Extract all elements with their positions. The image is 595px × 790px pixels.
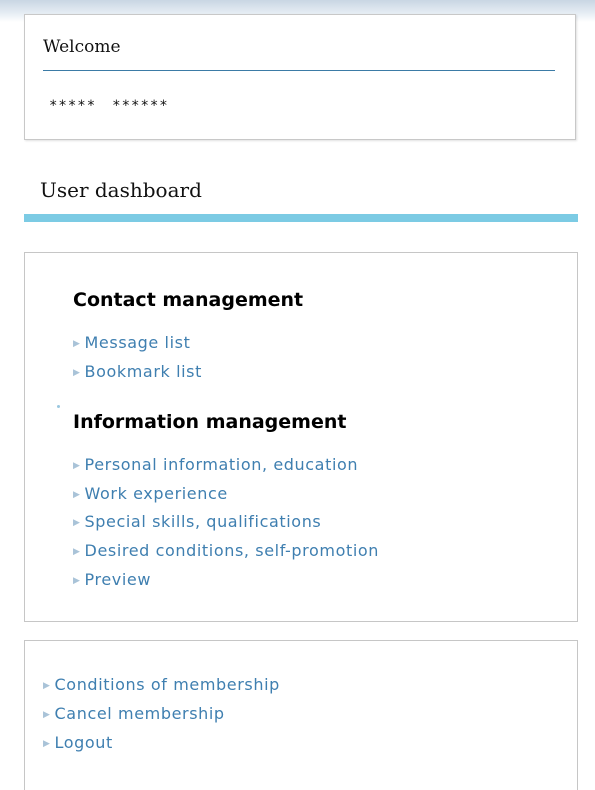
triangle-bullet-icon: ▶ <box>43 739 51 749</box>
link-label: Personal information, education <box>84 455 359 474</box>
conditions-of-membership-link[interactable]: ▶ Conditions of membership <box>43 675 280 694</box>
personal-information-link[interactable]: ▶ Personal information, education <box>73 455 358 474</box>
message-list-link[interactable]: ▶ Message list <box>73 333 190 352</box>
triangle-bullet-icon: ▶ <box>43 681 51 691</box>
triangle-bullet-icon: ▶ <box>73 368 81 378</box>
triangle-bullet-icon: ▶ <box>73 461 81 471</box>
user-first-name: ***** <box>49 98 97 114</box>
triangle-bullet-icon: ▶ <box>73 490 81 500</box>
welcome-title: Welcome <box>43 37 121 57</box>
work-experience-link[interactable]: ▶ Work experience <box>73 484 228 503</box>
link-label: Cancel membership <box>54 704 225 723</box>
link-label: Logout <box>54 733 113 752</box>
dashboard-title: User dashboard <box>40 178 202 202</box>
user-name: ***** ****** <box>49 98 169 114</box>
link-label: Bookmark list <box>84 362 202 381</box>
logout-link[interactable]: ▶ Logout <box>43 733 113 752</box>
link-label: Conditions of membership <box>54 675 280 694</box>
link-label: Special skills, qualifications <box>84 512 322 531</box>
decorative-dot <box>57 405 60 408</box>
information-management-heading: Information management <box>73 411 347 433</box>
link-label: Desired conditions, self-promotion <box>84 541 380 560</box>
desired-conditions-link[interactable]: ▶ Desired conditions, self-promotion <box>73 541 379 560</box>
user-last-name: ****** <box>112 98 169 114</box>
triangle-bullet-icon: ▶ <box>73 339 81 349</box>
contact-management-heading: Contact management <box>73 289 304 311</box>
dashboard-accent-bar <box>24 214 578 222</box>
link-label: Message list <box>84 333 191 352</box>
bookmark-list-link[interactable]: ▶ Bookmark list <box>73 362 202 381</box>
special-skills-link[interactable]: ▶ Special skills, qualifications <box>73 512 321 531</box>
link-label: Work experience <box>84 484 228 503</box>
management-panel: Contact management ▶ Message list ▶ Bookma… <box>24 252 578 622</box>
welcome-box: Welcome ***** ****** <box>24 14 576 140</box>
preview-link[interactable]: ▶ Preview <box>73 570 151 589</box>
triangle-bullet-icon: ▶ <box>73 547 81 557</box>
link-label: Preview <box>84 570 152 589</box>
triangle-bullet-icon: ▶ <box>73 518 81 528</box>
triangle-bullet-icon: ▶ <box>73 576 81 586</box>
triangle-bullet-icon: ▶ <box>43 710 51 720</box>
account-panel: ▶ Conditions of membership ▶ Cancel member… <box>24 640 578 790</box>
cancel-membership-link[interactable]: ▶ Cancel membership <box>43 704 225 723</box>
welcome-divider <box>43 70 555 71</box>
